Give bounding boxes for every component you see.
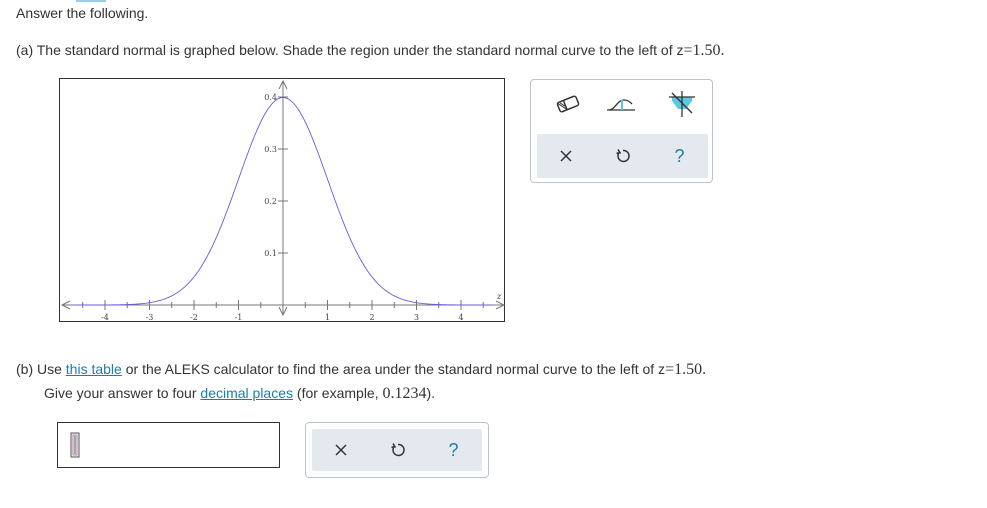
part-a-eq: =	[683, 42, 693, 59]
part-b-eq: =	[665, 361, 675, 378]
x-tick-label: 2	[369, 313, 374, 322]
part-b-line2-end: ).	[426, 385, 436, 401]
answer-tool-strip: ?	[312, 429, 482, 471]
graph-tool-strip: ?	[537, 134, 708, 178]
clear-x-icon[interactable]	[537, 134, 594, 178]
part-b-instructions: Give your answer to four decimal places …	[44, 385, 435, 403]
top-accent-bar	[76, 0, 106, 2]
clear-x-icon[interactable]	[312, 429, 369, 471]
decimal-places-link[interactable]: decimal places	[200, 385, 293, 401]
undo-icon[interactable]	[594, 134, 651, 178]
region-shade-tool-icon[interactable]	[607, 98, 635, 117]
part-a-text: (a) The standard normal is graphed below…	[16, 42, 684, 58]
part-b-prefix: (b) Use	[16, 361, 66, 377]
input-placeholder-box-icon	[70, 432, 80, 458]
part-a-value: 1.50	[692, 42, 721, 59]
part-b-period: .	[702, 361, 707, 378]
y-tick-label: 0.3	[264, 145, 277, 154]
this-table-link[interactable]: this table	[66, 361, 122, 377]
part-b-value: 1.50	[674, 361, 703, 378]
normal-curve-graph[interactable]: -4 -3 -2 -1 1 2 3 4 z 0.4 0.3 0.2 0.1	[59, 78, 506, 323]
x-tick-label: 3	[414, 313, 419, 322]
part-b-middle: or the ALEKS calculator to find the area…	[121, 361, 666, 377]
part-a-question: (a) The standard normal is graphed below…	[16, 42, 725, 60]
x-tick-label: 1	[325, 313, 330, 322]
undo-icon[interactable]	[369, 429, 426, 471]
part-b-line2-mid: (for example,	[293, 385, 383, 401]
x-tick-label: -4	[101, 313, 109, 322]
point-shade-tool-icon[interactable]	[668, 91, 696, 122]
x-tick-label: 4	[458, 313, 463, 322]
answer-input[interactable]	[57, 422, 280, 468]
graph-tool-panel: ?	[530, 79, 713, 183]
y-tick-label: 0.1	[264, 249, 277, 258]
x-tick-label: -2	[190, 313, 198, 322]
help-question-icon[interactable]: ?	[425, 429, 482, 471]
part-a-period: .	[720, 42, 725, 59]
x-axis-label: z	[496, 292, 502, 301]
part-b-example: 0.1234	[382, 385, 427, 402]
x-tick-label: -3	[146, 313, 154, 322]
eraser-icon[interactable]	[555, 94, 581, 117]
part-b-line2-prefix: Give your answer to four	[44, 385, 201, 401]
part-b-question: (b) Use this table or the ALEKS calculat…	[16, 361, 706, 379]
y-tick-label: 0.2	[264, 197, 277, 206]
prompt-text: Answer the following.	[16, 5, 149, 21]
answer-tool-panel: ?	[305, 422, 489, 478]
help-question-icon[interactable]: ?	[651, 134, 708, 178]
graph-canvas[interactable]: -4 -3 -2 -1 1 2 3 4z0.40.30.20.1	[60, 79, 506, 323]
x-tick-label: -1	[235, 313, 243, 322]
